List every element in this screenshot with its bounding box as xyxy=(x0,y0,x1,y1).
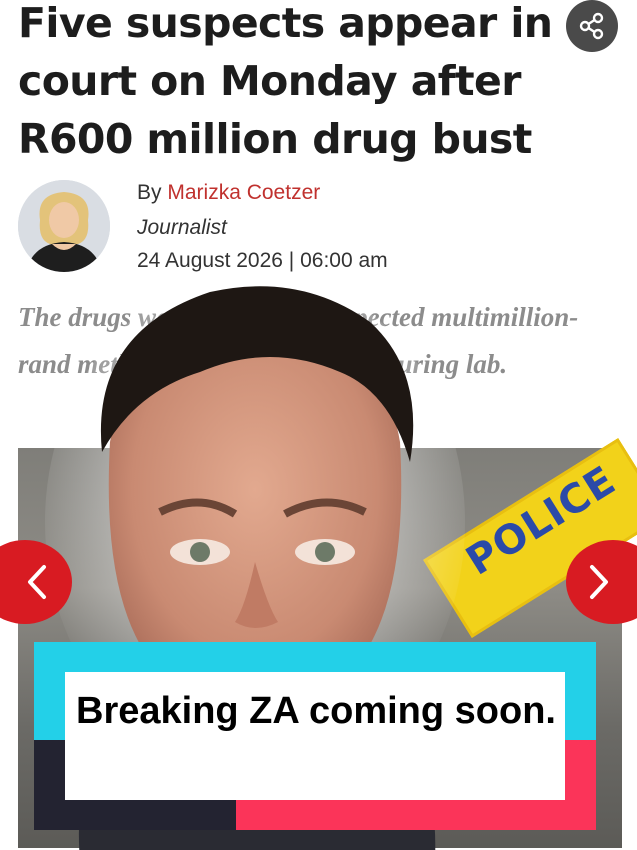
caption-text: Breaking ZA coming soon. xyxy=(76,690,556,732)
author-name-link[interactable]: Marizka Coetzer xyxy=(167,181,320,204)
share-icon xyxy=(579,12,604,40)
author-photo xyxy=(18,180,110,272)
author-role: Journalist xyxy=(137,216,227,239)
share-button[interactable] xyxy=(566,0,618,52)
chevron-right-icon xyxy=(590,565,608,599)
byline: By Marizka Coetzer xyxy=(137,181,320,205)
article-headline: Five suspects appear in court on Monday … xyxy=(18,0,553,163)
author-avatar[interactable] xyxy=(18,180,110,272)
chevron-left-icon xyxy=(28,565,46,599)
byline-prefix: By xyxy=(137,181,162,204)
article-page: Five suspects appear in court on Monday … xyxy=(0,0,637,850)
